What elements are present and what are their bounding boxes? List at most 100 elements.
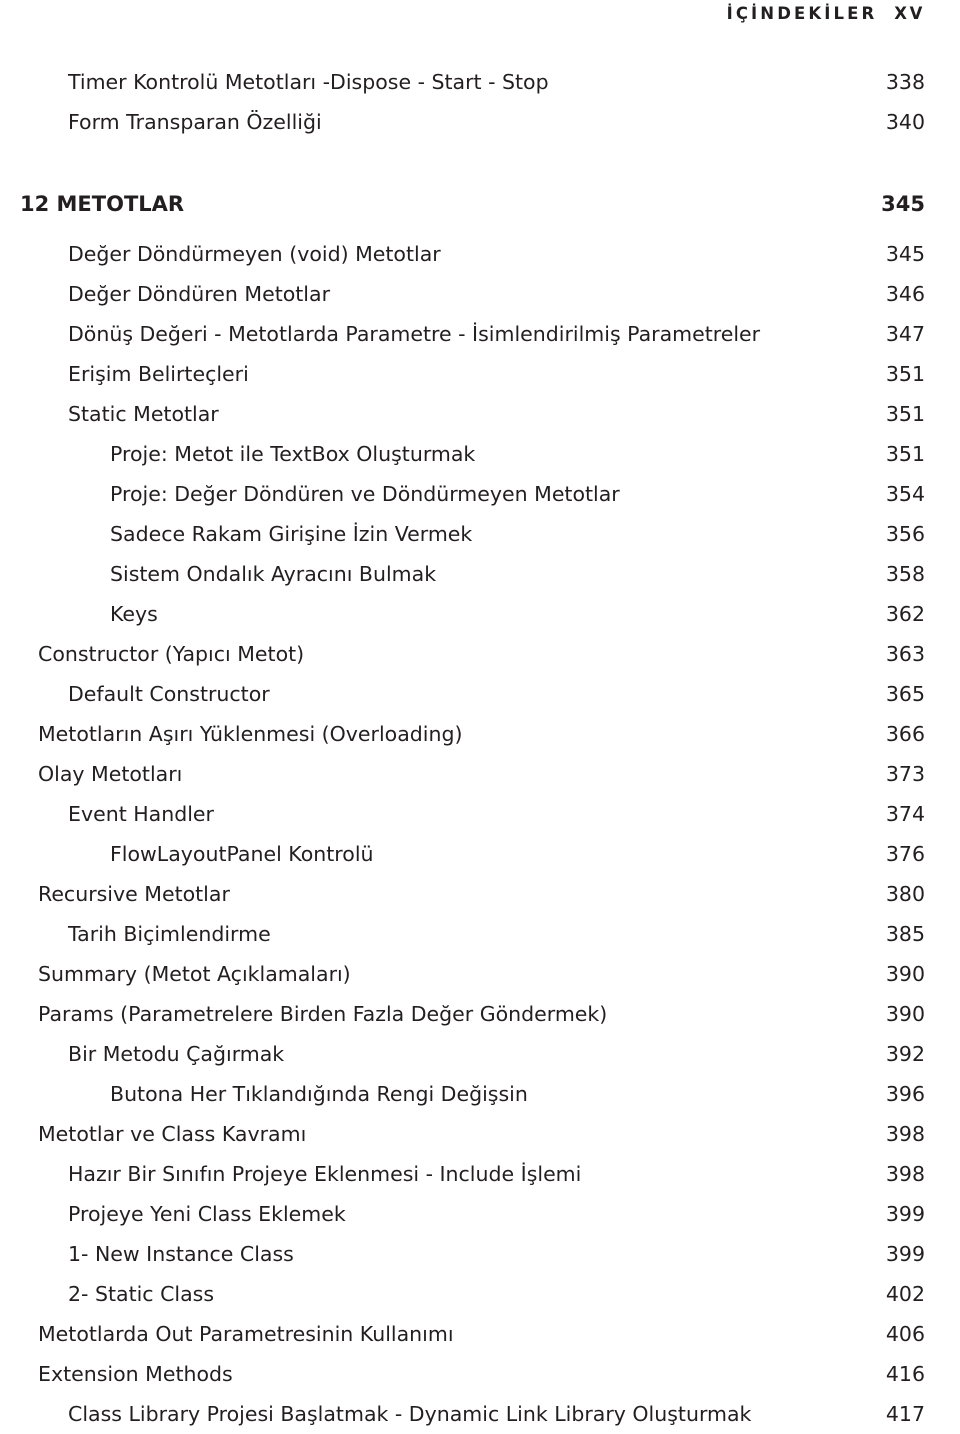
toc-entry-row[interactable]: Timer Kontrolü Metotları -Dispose - Star… bbox=[0, 62, 960, 102]
toc-entry-page-number: 396 bbox=[885, 1082, 925, 1106]
toc-entry-label: Bir Metodu Çağırmak bbox=[68, 1042, 285, 1066]
toc-entry-page-number: 358 bbox=[885, 562, 925, 586]
toc-entry-page-number: 362 bbox=[885, 602, 925, 626]
toc-entry-label: Değer Döndüren Metotlar bbox=[68, 282, 330, 306]
toc-entry-label: Dönüş Değeri - Metotlarda Parametre - İs… bbox=[68, 322, 761, 346]
toc-entry-page-number: 380 bbox=[885, 882, 925, 906]
toc-entry-label: Proje: Metot ile TextBox Oluşturmak bbox=[110, 442, 476, 466]
toc-entry-page-number: 376 bbox=[885, 842, 925, 866]
toc-entry-row[interactable]: Metotların Aşırı Yüklenmesi (Overloading… bbox=[0, 714, 960, 754]
running-head-title: İÇİNDEKİLER bbox=[726, 4, 878, 23]
toc-entry-row[interactable]: Erişim Belirteçleri 351 bbox=[0, 354, 960, 394]
toc-entry-page-number: 363 bbox=[885, 642, 925, 666]
toc-entry-label: Sadece Rakam Girişine İzin Vermek bbox=[110, 522, 473, 546]
toc-entry-label: FlowLayoutPanel Kontrolü bbox=[110, 842, 374, 866]
toc-entry-label: Timer Kontrolü Metotları -Dispose - Star… bbox=[68, 70, 549, 94]
toc-entry-page-number: 399 bbox=[885, 1242, 925, 1266]
toc-entry-page-number: 390 bbox=[885, 1002, 925, 1026]
toc-entry-label: Recursive Metotlar bbox=[38, 882, 230, 906]
toc-entry-row[interactable]: 1- New Instance Class 399 bbox=[0, 1234, 960, 1274]
toc-entry-page-number: 365 bbox=[885, 682, 925, 706]
toc-entry-row[interactable]: Dönüş Değeri - Metotlarda Parametre - İs… bbox=[0, 314, 960, 354]
toc-entry-label: Projeye Yeni Class Eklemek bbox=[68, 1202, 346, 1226]
toc-entry-page-number: 392 bbox=[885, 1042, 925, 1066]
toc-entry-page-number: 402 bbox=[885, 1282, 925, 1306]
toc-entry-label: 2- Static Class bbox=[68, 1282, 215, 1306]
toc-entry-label: Default Constructor bbox=[68, 682, 270, 706]
toc-entry-label: Event Handler bbox=[68, 802, 214, 826]
toc-entry-row[interactable]: Projeye Yeni Class Eklemek 399 bbox=[0, 1194, 960, 1234]
toc-entry-page-number: 351 bbox=[885, 362, 925, 386]
toc-entry-row[interactable]: Hazır Bir Sınıfın Projeye Eklenmesi - In… bbox=[0, 1154, 960, 1194]
toc-entry-page-number: 356 bbox=[885, 522, 925, 546]
toc-entry-row[interactable]: Tarih Biçimlendirme 385 bbox=[0, 914, 960, 954]
toc-entry-label: Sistem Ondalık Ayracını Bulmak bbox=[110, 562, 437, 586]
toc-entry-row[interactable]: Proje: Değer Döndüren ve Döndürmeyen Met… bbox=[0, 474, 960, 514]
toc-entry-row[interactable]: Extension Methods 416 bbox=[0, 1354, 960, 1394]
toc-entry-label: Erişim Belirteçleri bbox=[68, 362, 249, 386]
toc-entry-label: Hazır Bir Sınıfın Projeye Eklenmesi - In… bbox=[68, 1162, 582, 1186]
toc-entry-row[interactable]: Sistem Ondalık Ayracını Bulmak 358 bbox=[0, 554, 960, 594]
toc-entry-row[interactable]: Butona Her Tıklandığında Rengi Değişsin 3… bbox=[0, 1074, 960, 1114]
toc-entry-label: Metotların Aşırı Yüklenmesi (Overloading… bbox=[38, 722, 463, 746]
toc-entry-label: Form Transparan Özelliği bbox=[68, 110, 322, 134]
toc-entry-row[interactable]: Summary (Metot Açıklamaları) 390 bbox=[0, 954, 960, 994]
toc-entry-page-number: 385 bbox=[885, 922, 925, 946]
toc-entry-page-number: 345 bbox=[885, 242, 925, 266]
toc-entry-label: Constructor (Yapıcı Metot) bbox=[38, 642, 305, 666]
toc-entry-row[interactable]: Olay Metotları 373 bbox=[0, 754, 960, 794]
toc-entry-page-number: 374 bbox=[885, 802, 925, 826]
toc-entry-page-number: 347 bbox=[885, 322, 925, 346]
toc-entry-page-number: 346 bbox=[885, 282, 925, 306]
toc-entry-page-number: 351 bbox=[885, 402, 925, 426]
toc-entry-label: Olay Metotları bbox=[38, 762, 183, 786]
toc-chapter-row[interactable]: 12 METOTLAR 345 bbox=[0, 184, 960, 224]
toc-entry-label: Extension Methods bbox=[38, 1362, 233, 1386]
toc-entry-row[interactable]: Event Handler 374 bbox=[0, 794, 960, 834]
toc-chapter-page-number: 345 bbox=[881, 192, 925, 216]
toc-entry-page-number: 340 bbox=[885, 110, 925, 134]
toc-entry-row[interactable]: Constructor (Yapıcı Metot) 363 bbox=[0, 634, 960, 674]
toc-entry-row[interactable]: Default Constructor 365 bbox=[0, 674, 960, 714]
toc-entry-row[interactable]: Keys 362 bbox=[0, 594, 960, 634]
toc-entry-label: Değer Döndürmeyen (void) Metotlar bbox=[68, 242, 441, 266]
toc-entry-row[interactable]: Bir Metodu Çağırmak 392 bbox=[0, 1034, 960, 1074]
toc-chapter-label: 12 METOTLAR bbox=[20, 192, 185, 216]
toc-entry-page-number: 416 bbox=[885, 1362, 925, 1386]
toc-entry-label: Metotlarda Out Parametresinin Kullanımı bbox=[38, 1322, 454, 1346]
toc-entry-row[interactable]: Class Library Projesi Başlatmak - Dynami… bbox=[0, 1394, 960, 1434]
toc-entry-row[interactable]: FlowLayoutPanel Kontrolü 376 bbox=[0, 834, 960, 874]
toc-entry-page-number: 417 bbox=[885, 1402, 925, 1426]
toc-entry-row[interactable]: Değer Döndürmeyen (void) Metotlar 345 bbox=[0, 234, 960, 274]
toc-entry-page-number: 366 bbox=[885, 722, 925, 746]
toc-entry-row[interactable]: Metotlar ve Class Kavramı 398 bbox=[0, 1114, 960, 1154]
toc-entry-row[interactable]: Sadece Rakam Girişine İzin Vermek 356 bbox=[0, 514, 960, 554]
toc-entry-label: Class Library Projesi Başlatmak - Dynami… bbox=[68, 1402, 752, 1426]
toc-entry-label: Proje: Değer Döndüren ve Döndürmeyen Met… bbox=[110, 482, 620, 506]
running-head: İÇİNDEKİLER XV bbox=[727, 4, 925, 23]
toc-entry-page-number: 351 bbox=[885, 442, 925, 466]
toc-entry-label: Summary (Metot Açıklamaları) bbox=[38, 962, 351, 986]
toc-entry-page-number: 338 bbox=[885, 70, 925, 94]
toc-entry-row[interactable]: Recursive Metotlar 380 bbox=[0, 874, 960, 914]
toc-entry-row[interactable]: Değer Döndüren Metotlar 346 bbox=[0, 274, 960, 314]
toc-entry-page-number: 373 bbox=[885, 762, 925, 786]
toc-entry-label: Metotlar ve Class Kavramı bbox=[38, 1122, 307, 1146]
toc-entry-row[interactable]: Params (Parametrelere Birden Fazla Değer… bbox=[0, 994, 960, 1034]
toc-entry-row[interactable]: Proje: Metot ile TextBox Oluşturmak 351 bbox=[0, 434, 960, 474]
toc-entry-label: 1- New Instance Class bbox=[68, 1242, 294, 1266]
toc-entry-row[interactable]: Form Transparan Özelliği 340 bbox=[0, 102, 960, 142]
toc-entry-label: Static Metotlar bbox=[68, 402, 219, 426]
toc-entry-label: Tarih Biçimlendirme bbox=[68, 922, 271, 946]
toc-entry-label: Butona Her Tıklandığında Rengi Değişsin bbox=[110, 1082, 528, 1106]
toc-entry-row[interactable]: Metotlarda Out Parametresinin Kullanımı 4… bbox=[0, 1314, 960, 1354]
toc-entry-row[interactable]: 2- Static Class 402 bbox=[0, 1274, 960, 1314]
toc-entry-page-number: 398 bbox=[885, 1162, 925, 1186]
toc-entry-page-number: 398 bbox=[885, 1122, 925, 1146]
toc-entry-page-number: 399 bbox=[885, 1202, 925, 1226]
toc-list: Timer Kontrolü Metotları -Dispose - Star… bbox=[0, 62, 960, 1434]
toc-entry-page-number: 354 bbox=[885, 482, 925, 506]
toc-entry-label: Params (Parametrelere Birden Fazla Değer… bbox=[38, 1002, 608, 1026]
running-head-folio: XV bbox=[894, 4, 925, 23]
toc-entry-row[interactable]: Static Metotlar 351 bbox=[0, 394, 960, 434]
